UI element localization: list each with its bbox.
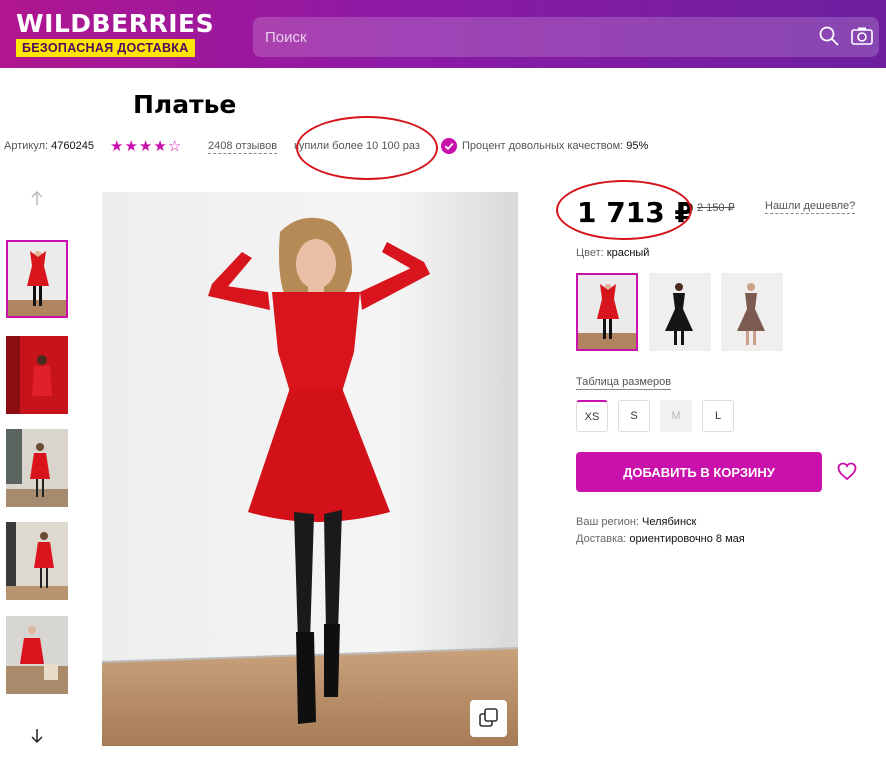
check-badge-icon (441, 138, 457, 154)
star-icon: ★ (110, 138, 125, 155)
annotation-circle-price (556, 180, 692, 240)
delivery-label: Доставка: (576, 533, 627, 545)
star-icon: ★ (138, 138, 154, 155)
article-value: 4760245 (51, 140, 94, 152)
rating-stars: ★★★★☆ (110, 137, 182, 155)
thumbnail-5[interactable] (6, 616, 68, 694)
thumbnail-1[interactable] (6, 240, 68, 318)
color-label: Цвет: (576, 247, 604, 259)
reviews-link[interactable]: 2408 отзывов (208, 140, 278, 154)
thumbnail-image (6, 429, 68, 507)
region-label: Ваш регион: (576, 516, 639, 528)
color-option-black[interactable] (649, 273, 711, 351)
star-outline-icon: ☆ (167, 138, 183, 155)
thumbnail-image (6, 616, 68, 694)
product-photo-illustration (102, 192, 518, 746)
star-icon: ★ (153, 138, 168, 155)
add-to-cart-button[interactable]: ДОБАВИТЬ В КОРЗИНУ (576, 452, 822, 492)
delivery-info: Доставка: ориентировочно 8 мая (576, 533, 745, 545)
star-icon: ★ (124, 138, 139, 155)
thumbnail-image (6, 336, 68, 414)
quality-label: Процент довольных качеством: (462, 140, 624, 152)
size-option-xs[interactable]: XS (576, 400, 608, 432)
delivery-value: ориентировочно 8 мая (629, 533, 745, 545)
found-cheaper-link[interactable]: Нашли дешевле? (765, 200, 856, 214)
camera-icon[interactable] (851, 26, 873, 46)
color-swatch-image (578, 275, 636, 349)
search-icon[interactable] (818, 25, 840, 47)
thumbnail-image (6, 522, 68, 600)
annotation-circle-bought (296, 116, 438, 180)
region-value[interactable]: Челябинск (642, 516, 696, 528)
thumbnail-image (8, 242, 66, 316)
site-header: WILDBERRIES БЕЗОПАСНАЯ ДОСТАВКА (0, 0, 886, 68)
article-info: Артикул: 4760245 (4, 140, 94, 152)
color-info: Цвет: красный (576, 247, 649, 259)
copy-zoom-icon[interactable] (470, 700, 507, 737)
main-product-photo[interactable] (102, 192, 518, 746)
arrow-up-icon[interactable] (29, 190, 45, 206)
size-table-link[interactable]: Таблица размеров (576, 376, 672, 390)
old-price: 2 150 ₽ (697, 202, 735, 214)
logo[interactable]: WILDBERRIES БЕЗОПАСНАЯ ДОСТАВКА (16, 10, 214, 57)
logo-text: WILDBERRIES (16, 9, 215, 38)
color-option-red[interactable] (576, 273, 638, 351)
color-option-brown[interactable] (721, 273, 783, 351)
size-option-m: M (660, 400, 692, 432)
product-title: Платье (133, 90, 237, 119)
search-input[interactable] (253, 17, 813, 57)
quality-info: Процент довольных качеством: 95% (462, 140, 648, 152)
article-label: Артикул: (4, 140, 49, 152)
size-option-s[interactable]: S (618, 400, 650, 432)
region-info: Ваш регион: Челябинск (576, 516, 696, 528)
arrow-down-icon[interactable] (29, 728, 45, 744)
color-value: красный (606, 247, 650, 259)
thumbnail-3[interactable] (6, 429, 68, 507)
thumbnail-4[interactable] (6, 522, 68, 600)
thumbnail-2[interactable] (6, 336, 68, 414)
quality-value: 95% (626, 140, 649, 152)
size-option-l[interactable]: L (702, 400, 734, 432)
color-swatch-image (649, 273, 711, 351)
heart-icon[interactable] (837, 462, 857, 481)
logo-badge: БЕЗОПАСНАЯ ДОСТАВКА (16, 39, 195, 57)
search-bar (253, 17, 879, 57)
color-swatch-image (721, 273, 783, 351)
